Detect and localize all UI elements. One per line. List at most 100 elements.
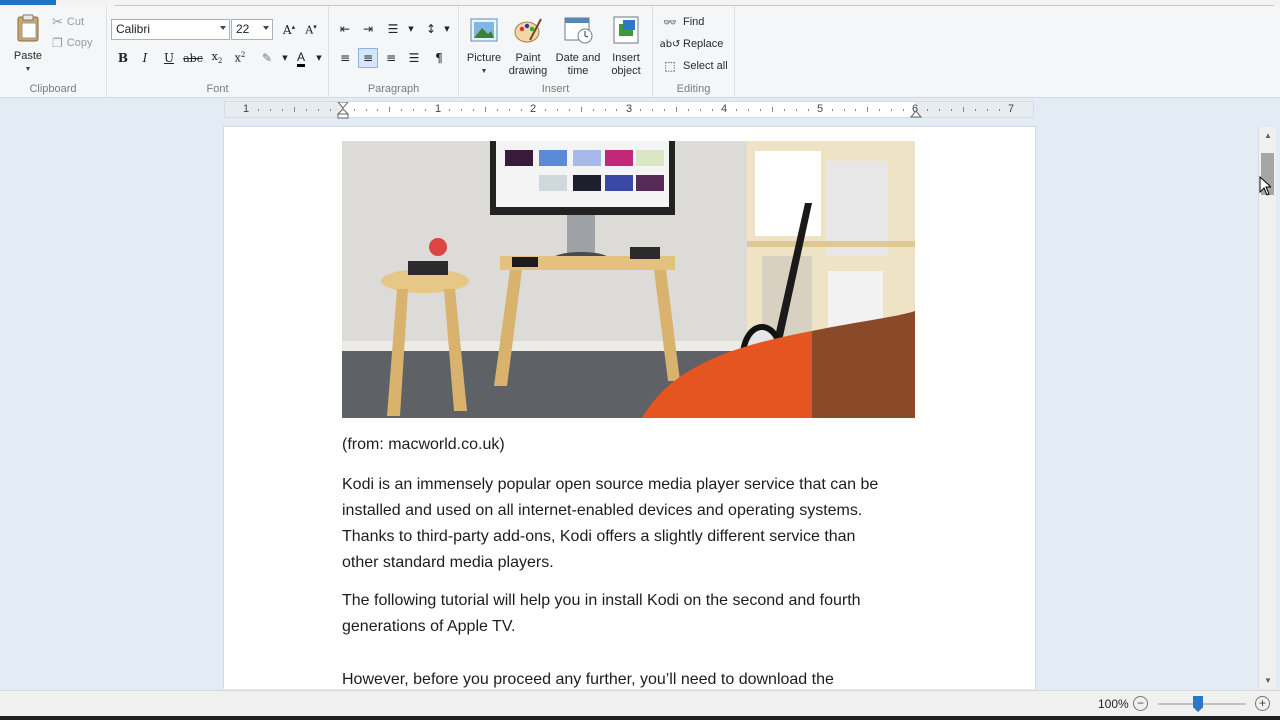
zoom-slider-handle[interactable] xyxy=(1193,696,1203,712)
scissors-icon: ✂ xyxy=(52,14,63,29)
chevron-down-icon: ▼ xyxy=(282,54,288,62)
ruler-tick xyxy=(449,109,451,111)
font-color-button[interactable]: A xyxy=(291,48,311,68)
align-left-button[interactable]: ≡ xyxy=(335,48,355,68)
chevron-down-icon xyxy=(220,26,226,30)
zoom-in-button[interactable]: + xyxy=(1255,696,1270,711)
ruler-tick xyxy=(520,109,522,111)
ruler-tick xyxy=(688,109,690,111)
bullets-dropdown[interactable]: ▼ xyxy=(401,19,421,39)
ruler-tick xyxy=(855,109,857,111)
paint-drawing-label-1: Paint xyxy=(515,52,541,64)
text-line: Thanks to third-party add-ons, Kodi offe… xyxy=(342,528,856,545)
scroll-down-button[interactable]: ▼ xyxy=(1259,672,1277,689)
image-caption[interactable]: (from: macworld.co.uk) xyxy=(342,432,922,458)
insert-object-label-2: object xyxy=(611,65,641,77)
status-bar: 100% − + xyxy=(0,690,1280,716)
align-center-button[interactable]: ≡ xyxy=(358,48,378,68)
paste-button[interactable]: Paste ▼ xyxy=(8,12,48,76)
zoom-out-button[interactable]: − xyxy=(1133,696,1148,711)
select-all-button[interactable]: ⬚ Select all xyxy=(661,57,727,75)
right-indent-marker[interactable] xyxy=(909,108,923,118)
vertical-scrollbar[interactable]: ▲ ▼ xyxy=(1258,127,1276,689)
paragraph-2[interactable]: The following tutorial will help you in … xyxy=(342,588,922,640)
ruler-tick xyxy=(604,109,606,111)
cut-button[interactable]: ✂ Cut xyxy=(52,14,84,30)
grow-font-icon: A▴ xyxy=(282,23,296,37)
replace-icon: ab↺ xyxy=(659,38,681,50)
chevron-down-icon: ▼ xyxy=(408,25,414,33)
ruler-tick xyxy=(568,109,570,111)
ruler-tick xyxy=(592,109,594,111)
bold-button[interactable]: B xyxy=(113,48,133,68)
ruler-tick xyxy=(485,107,486,112)
document-area[interactable]: (from: macworld.co.uk) Kodi is an immens… xyxy=(0,119,1258,689)
copy-button[interactable]: ❐ Copy xyxy=(52,36,92,50)
font-size-value: 22 xyxy=(236,22,250,36)
paint-drawing-button[interactable]: Paint drawing xyxy=(505,14,551,78)
zoom-level-label[interactable]: 100% xyxy=(1098,697,1129,711)
paragraph-group: ⇤ ⇥ ☰ ▼ ↕ ▼ ≡ ≡ ≡ ☰ ¶ Paragraph xyxy=(329,6,459,98)
font-size-select[interactable]: 22 xyxy=(231,19,273,40)
date-time-button[interactable]: Date and time xyxy=(551,14,605,78)
paste-dropdown-icon[interactable]: ▼ xyxy=(8,63,48,76)
file-tab-accent[interactable] xyxy=(0,0,56,5)
bold-icon: B xyxy=(117,51,129,65)
font-color-dropdown[interactable]: ▼ xyxy=(309,48,329,68)
ruler-number: 7 xyxy=(1007,103,1015,115)
font-family-select[interactable]: Calibri xyxy=(111,19,230,40)
ruler-tick xyxy=(496,109,498,111)
ruler[interactable]: 1 1 2 3 4 5 6 7 xyxy=(224,101,1034,119)
line-spacing-dropdown[interactable]: ▼ xyxy=(437,19,457,39)
increase-indent-button[interactable]: ⇥ xyxy=(358,19,378,39)
align-right-button[interactable]: ≡ xyxy=(381,48,401,68)
text-line: The following tutorial will help you in … xyxy=(342,592,861,609)
insert-object-icon xyxy=(613,16,639,44)
find-button[interactable]: 👓 Find xyxy=(661,13,704,31)
decrease-indent-button[interactable]: ⇤ xyxy=(335,19,355,39)
ruler-tick xyxy=(353,109,355,111)
paint-palette-icon xyxy=(514,18,542,43)
replace-button[interactable]: ab↺ Replace xyxy=(659,35,724,53)
ruler-number: 3 xyxy=(625,103,633,115)
first-line-indent-marker[interactable] xyxy=(336,102,350,119)
insert-object-button[interactable]: Insert object xyxy=(605,14,647,78)
strikethrough-button[interactable]: abc xyxy=(183,48,203,68)
strikethrough-icon: abc xyxy=(183,51,203,65)
ruler-tick xyxy=(425,109,427,111)
ruler-tick xyxy=(664,109,666,111)
italic-button[interactable]: I xyxy=(135,48,155,68)
ruler-tick xyxy=(963,107,964,112)
insert-group: Picture ▼ Paint drawing Date and time In… xyxy=(459,6,653,98)
underline-button[interactable]: U xyxy=(159,48,179,68)
shrink-font-button[interactable]: A▾ xyxy=(301,20,321,40)
ruler-tick xyxy=(293,107,295,112)
paragraph-3[interactable]: However, before you proceed any further,… xyxy=(342,667,922,689)
calendar-clock-icon xyxy=(564,17,593,44)
picture-button[interactable]: Picture ▼ xyxy=(463,14,505,78)
subscript-button[interactable]: x2 xyxy=(207,48,227,68)
ruler-tick xyxy=(473,109,474,111)
paragraph-settings-button[interactable]: ¶ xyxy=(429,48,449,68)
document-page[interactable]: (from: macworld.co.uk) Kodi is an immens… xyxy=(224,127,1035,689)
text-line: other standard media players. xyxy=(342,554,554,571)
plus-icon: + xyxy=(1258,696,1266,710)
bullets-button[interactable]: ☰ xyxy=(383,19,403,39)
scroll-up-button[interactable]: ▲ xyxy=(1259,127,1277,144)
find-label: Find xyxy=(683,16,705,28)
picture-dropdown-icon[interactable]: ▼ xyxy=(463,65,505,78)
shrink-font-icon: A▾ xyxy=(305,23,317,37)
superscript-icon: x2 xyxy=(234,51,246,65)
ruler-tick xyxy=(974,109,976,111)
grow-font-button[interactable]: A▴ xyxy=(279,20,299,40)
highlight-button[interactable]: ✎ xyxy=(257,48,277,68)
ruler-tick xyxy=(771,107,773,112)
ruler-tick xyxy=(640,109,642,111)
embedded-photo[interactable] xyxy=(342,141,915,418)
justify-button[interactable]: ☰ xyxy=(404,48,424,68)
superscript-button[interactable]: x2 xyxy=(230,48,250,68)
ribbon: Paste ▼ ✂ Cut ❐ Copy Clipboard Calibri 2… xyxy=(0,6,1280,98)
text-line: Kodi is an immensely popular open source… xyxy=(342,476,879,493)
paragraph-1[interactable]: Kodi is an immensely popular open source… xyxy=(342,472,922,576)
ruler-tick xyxy=(676,107,678,112)
